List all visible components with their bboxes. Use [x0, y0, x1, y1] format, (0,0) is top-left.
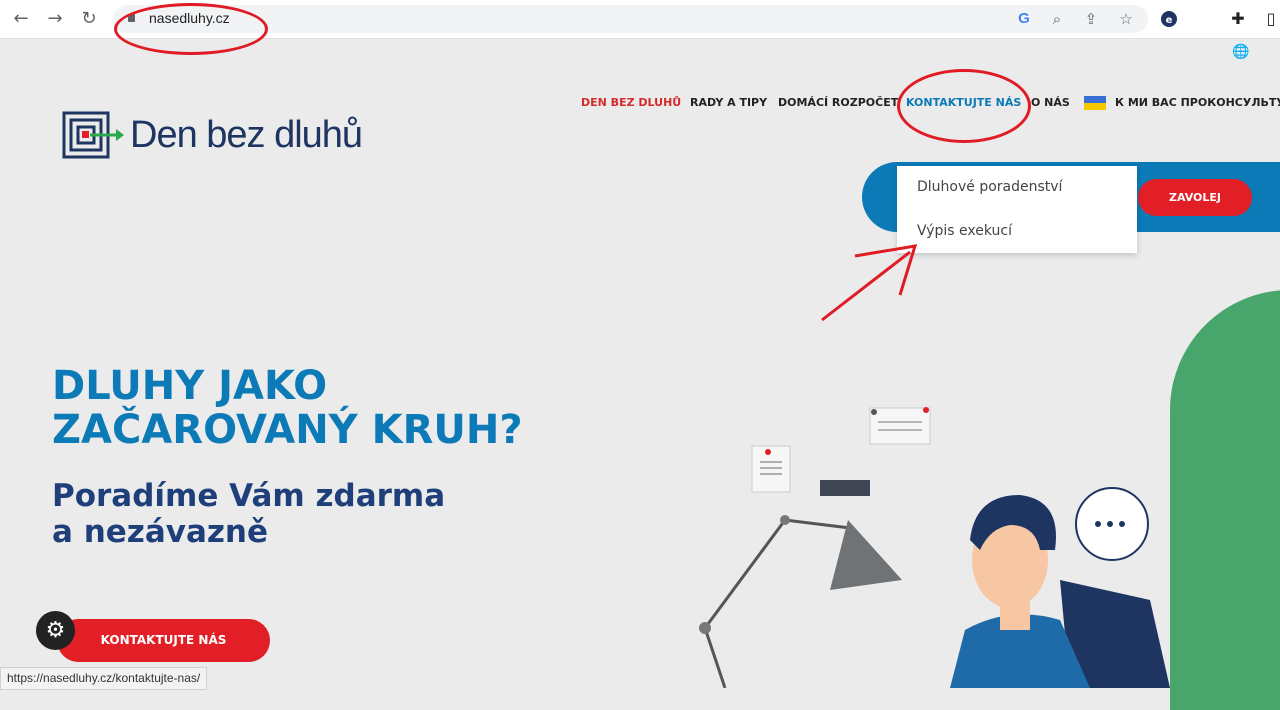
- green-decoration: [1170, 290, 1280, 710]
- call-button[interactable]: ZAVOLEJ: [1138, 179, 1252, 216]
- svg-text:e: e: [1166, 15, 1173, 26]
- dropdown-item-dluhove-poradenstvi[interactable]: Dluhové poradenství: [917, 179, 1062, 195]
- hero-subtitle-line1: Poradíme Vám zdarma: [52, 478, 446, 514]
- maze-logo-icon: [62, 111, 124, 159]
- hero-subtitle-line2: a nezávazně: [52, 514, 269, 550]
- nav-rady-a-tipy[interactable]: RADY A TIPY: [690, 96, 767, 109]
- extension-icon[interactable]: e: [1156, 6, 1182, 32]
- calendar-icon: [869, 407, 931, 445]
- language-globe-icon[interactable]: 🌐: [1232, 44, 1249, 60]
- forward-icon[interactable]: →: [42, 6, 68, 32]
- bookmark-star-icon[interactable]: ☆: [1116, 9, 1136, 29]
- zoom-icon[interactable]: ⌕: [1047, 9, 1067, 29]
- person-at-desk-illustration: [699, 407, 1170, 688]
- speech-bubble-icon: [1075, 487, 1149, 561]
- status-bar-url: https://nasedluhy.cz/kontaktujte-nas/: [0, 667, 208, 690]
- note-icon: [751, 445, 791, 493]
- back-icon[interactable]: ←: [8, 6, 34, 32]
- dropdown-item-vypis-exekuci[interactable]: Výpis exekucí: [917, 223, 1012, 239]
- contact-dropdown-menu: Dluhové poradenství Výpis exekucí: [897, 166, 1137, 253]
- gear-icon[interactable]: ⚙: [36, 611, 75, 650]
- nav-domaci-rozpocet[interactable]: DOMÁCÍ ROZPOČET: [778, 96, 898, 109]
- hero-subtitle: Poradíme Vám zdarma a nezávazně: [52, 478, 445, 550]
- nav-den-bez-dluhu[interactable]: DEN BEZ DLUHŮ: [581, 96, 681, 109]
- hero-title: DLUHY JAKO ZAČAROVANÝ KRUH?: [52, 364, 523, 452]
- extensions-puzzle-icon[interactable]: ✚: [1225, 6, 1251, 32]
- hero-title-line1: DLUHY JAKO: [52, 363, 328, 409]
- side-panel-icon[interactable]: ▯: [1258, 6, 1280, 32]
- google-lens-icon[interactable]: G: [1014, 9, 1034, 29]
- contact-us-button[interactable]: KONTAKTUJTE NÁS: [57, 619, 270, 662]
- hero-title-line2: ZAČAROVANÝ KRUH?: [52, 407, 523, 453]
- stapler-icon: [820, 480, 870, 496]
- share-icon[interactable]: ⇪: [1081, 9, 1101, 29]
- annotation-ellipse-url: [114, 3, 268, 55]
- nav-ukrainian-consult[interactable]: К МИ ВАС ПРОКОНСУЛЬТУЄМ: [1115, 96, 1280, 109]
- nav-o-nas[interactable]: O NÁS: [1031, 96, 1070, 109]
- site-logo[interactable]: Den bez dluhů: [62, 110, 372, 162]
- desk-lamp: [699, 515, 902, 688]
- address-bar[interactable]: nasedluhy.cz G ⌕ ⇪ ☆: [113, 5, 1148, 33]
- logo-text: Den bez dluhů: [130, 114, 363, 156]
- ukraine-flag-icon: [1084, 96, 1106, 110]
- nav-kontaktujte-nas[interactable]: KONTAKTUJTE NÁS: [906, 96, 1021, 109]
- reload-icon[interactable]: ↻: [76, 6, 102, 32]
